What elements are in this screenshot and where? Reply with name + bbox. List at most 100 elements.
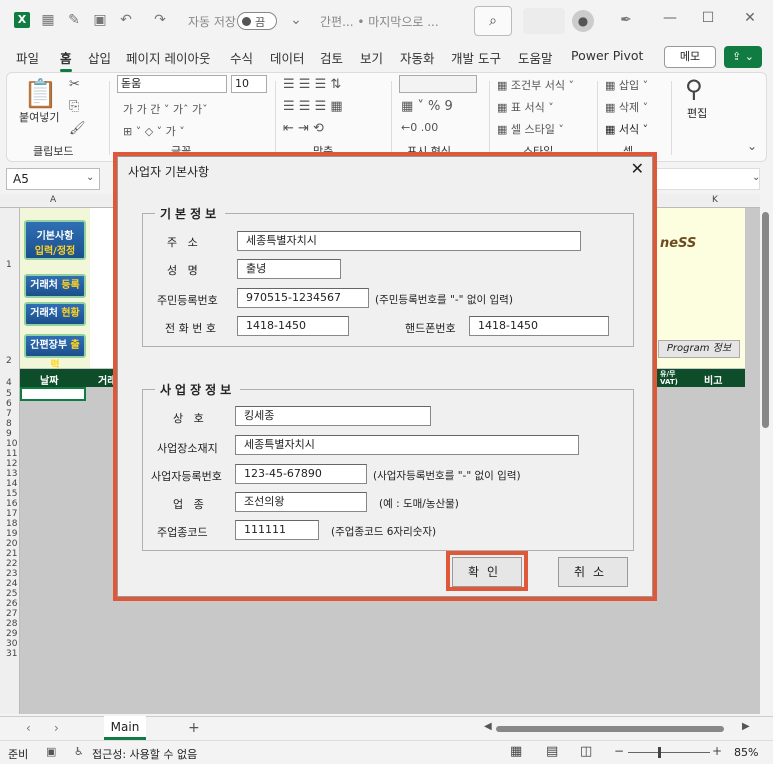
document-title[interactable]: 간편... • 마지막으로 ...	[320, 13, 439, 30]
tab-developer[interactable]: 개발 도구	[451, 48, 501, 67]
row-number[interactable]: 1	[0, 260, 20, 270]
align-center-icon[interactable]: ☰ ☰ ☰ ▦	[283, 99, 343, 114]
collapse-ribbon-icon[interactable]: ⌄	[747, 139, 757, 153]
cut-icon[interactable]: ✂	[69, 77, 80, 92]
tab-view[interactable]: 보기	[360, 48, 383, 67]
format-painter-icon[interactable]: 🖌	[69, 121, 86, 136]
maximize-button[interactable]: ☐	[698, 10, 718, 26]
insert-cell-button[interactable]: ▦ 삽입 ˅	[605, 77, 648, 93]
cancel-button[interactable]: 취소	[558, 557, 628, 587]
tab-review[interactable]: 검토	[320, 48, 343, 67]
edit-button[interactable]: 편집	[687, 105, 707, 121]
conditional-format-button[interactable]: ▦ 조건부 서식 ˅	[497, 77, 574, 93]
biz-type-field[interactable]: 조선의왕	[235, 492, 367, 512]
vertical-scroll-thumb[interactable]	[762, 212, 769, 428]
tab-help[interactable]: 도움말	[518, 48, 553, 67]
indent-icon[interactable]: ⇤ ⇥ ⟲	[283, 121, 324, 136]
tab-power-pivot[interactable]: Power Pivot	[571, 48, 643, 63]
sheet-tab-main[interactable]: Main	[104, 716, 146, 740]
zoom-in-icon[interactable]: +	[712, 744, 722, 758]
normal-view-icon[interactable]: ▦	[510, 744, 522, 759]
minimize-button[interactable]: —	[660, 10, 680, 26]
grid-icon[interactable]: ▦	[40, 12, 56, 28]
phone-field[interactable]: 1418-1450	[237, 316, 349, 336]
formula-input[interactable]	[656, 168, 760, 190]
autosave-toggle[interactable]: 끔	[237, 12, 277, 30]
row-number[interactable]: 6	[0, 399, 20, 409]
row-number[interactable]: 5	[0, 389, 20, 399]
row-number[interactable]: 25	[0, 589, 20, 599]
row-number[interactable]: 17	[0, 509, 20, 519]
row-number[interactable]: 15	[0, 489, 20, 499]
row-number[interactable]: 11	[0, 449, 20, 459]
row-number[interactable]: 13	[0, 469, 20, 479]
row-number[interactable]: 27	[0, 609, 20, 619]
cell-style-button[interactable]: ▦ 셀 스타일 ˅	[497, 121, 564, 137]
tab-automate[interactable]: 자동화	[400, 48, 435, 67]
search-button[interactable]: ⌕	[474, 6, 512, 36]
next-sheet-icon[interactable]: ›	[54, 721, 59, 735]
biz-code-field[interactable]: 111111	[235, 520, 319, 540]
expand-formula-icon[interactable]: ⌄	[752, 172, 760, 183]
row-number[interactable]: 19	[0, 529, 20, 539]
print-ledger-button[interactable]: 간편장부 출력	[24, 334, 86, 371]
column-a-header[interactable]: A	[50, 195, 56, 205]
zoom-slider[interactable]	[628, 752, 710, 753]
account-area[interactable]	[523, 8, 565, 34]
row-number[interactable]: 24	[0, 579, 20, 589]
program-info-button[interactable]: Program 정보	[658, 340, 740, 358]
row-number[interactable]: 26	[0, 599, 20, 609]
zoom-level[interactable]: 85%	[734, 746, 758, 759]
number-format-select[interactable]	[399, 75, 477, 93]
scroll-right-icon[interactable]: ▶	[742, 721, 750, 732]
row-number[interactable]: 23	[0, 569, 20, 579]
register-client-button[interactable]: 거래처 등록	[24, 274, 86, 298]
namebox-dropdown-icon[interactable]: ⌄	[86, 172, 94, 183]
address-field[interactable]: 세종특별자치시	[237, 231, 581, 251]
page-layout-icon[interactable]: ▤	[546, 744, 558, 759]
name-field[interactable]: 출녕	[237, 259, 341, 279]
memo-button[interactable]: 메모	[664, 46, 716, 68]
format-cell-button[interactable]: ▦ 서식 ˅	[605, 121, 648, 137]
row-number[interactable]: 9	[0, 429, 20, 439]
border-icon[interactable]: ⊞ ˅ ◇ ˅ 가 ˅	[123, 123, 185, 139]
tab-formulas[interactable]: 수식	[230, 48, 253, 67]
company-field[interactable]: 킹세종	[235, 406, 431, 426]
redo-icon[interactable]: ↷	[152, 12, 168, 28]
bold-icon[interactable]: 가 가 간 ˅ 가ˆ 가ˇ	[123, 101, 208, 117]
share-button[interactable]: ⇪ ⌄	[724, 46, 762, 68]
macro-icon[interactable]: ▣	[46, 745, 56, 758]
row-number[interactable]: 10	[0, 439, 20, 449]
rrn-field[interactable]: 970515-1234567	[237, 288, 369, 308]
font-name-select[interactable]: 돋움	[117, 75, 227, 93]
paste-button[interactable]: 붙여넣기	[19, 109, 59, 125]
row-number[interactable]: 8	[0, 419, 20, 429]
row-number[interactable]: 31	[0, 649, 20, 659]
client-status-button[interactable]: 거래처 현황	[24, 302, 86, 326]
page-break-icon[interactable]: ◫	[580, 744, 592, 759]
delete-cell-button[interactable]: ▦ 삭제 ˅	[605, 99, 648, 115]
prev-sheet-icon[interactable]: ‹	[26, 721, 31, 735]
dialog-close-button[interactable]: ✕	[631, 159, 644, 178]
brn-field[interactable]: 123-45-67890	[235, 464, 367, 484]
row-number[interactable]: 16	[0, 499, 20, 509]
find-icon[interactable]: ⚲	[685, 75, 703, 103]
row-number[interactable]: 7	[0, 409, 20, 419]
decimal-icon[interactable]: ←0 .00	[401, 121, 438, 134]
row-number[interactable]: 4	[0, 378, 20, 388]
pen-icon[interactable]: ✒	[618, 12, 634, 28]
row-number[interactable]: 22	[0, 559, 20, 569]
biz-address-field[interactable]: 세종특별자치시	[235, 435, 579, 455]
undo-icon[interactable]: ↶	[118, 12, 134, 28]
row-number[interactable]: 30	[0, 639, 20, 649]
tab-insert[interactable]: 삽입	[88, 48, 111, 67]
tab-page-layout[interactable]: 페이지 레이아웃	[126, 48, 210, 67]
row-number[interactable]: 28	[0, 619, 20, 629]
scroll-left-icon[interactable]: ◀	[484, 721, 492, 732]
copy-icon[interactable]: ⎘	[69, 99, 79, 114]
save-icon[interactable]: ▣	[92, 12, 108, 28]
tab-home[interactable]: 홈	[60, 48, 72, 72]
add-sheet-button[interactable]: +	[188, 720, 200, 736]
brush-icon[interactable]: ✎	[66, 12, 82, 28]
font-size-select[interactable]: 10	[231, 75, 267, 93]
